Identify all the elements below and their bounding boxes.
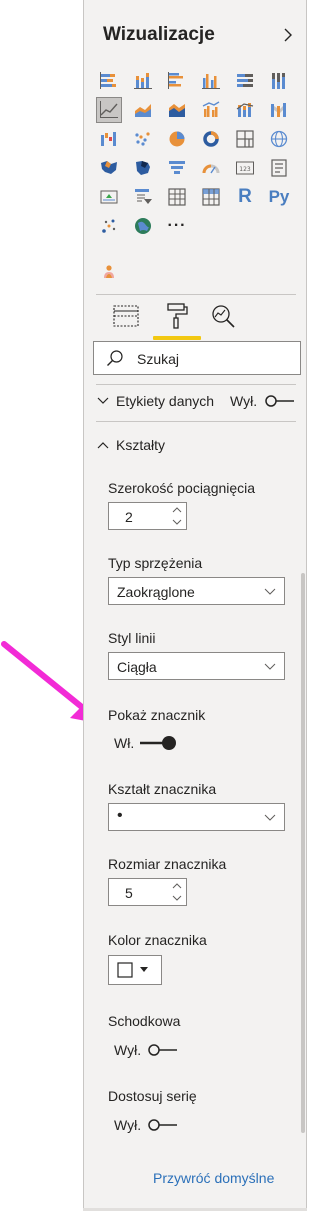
stepped-toggle[interactable] — [148, 1043, 178, 1057]
marker-size-stepper[interactable]: 5 — [108, 878, 187, 906]
data-labels-section-header[interactable]: Etykiety danych — [96, 393, 214, 409]
line-chart-icon[interactable] — [96, 97, 122, 123]
donut-chart-icon[interactable] — [198, 126, 224, 152]
chevron-down-icon — [264, 814, 276, 821]
waterfall-chart-icon[interactable] — [96, 126, 122, 152]
chevron-right-icon[interactable] — [280, 24, 296, 46]
chevron-up-icon — [97, 442, 109, 449]
marker-shape-dropdown[interactable]: • — [108, 803, 285, 831]
table-icon[interactable] — [164, 184, 190, 210]
customize-series-toggle[interactable] — [148, 1118, 178, 1132]
scrollbar[interactable] — [301, 573, 305, 1133]
area-chart-icon[interactable] — [130, 97, 156, 123]
more-visuals-label: ··· — [167, 217, 187, 234]
active-tab-indicator — [153, 336, 201, 340]
python-visual-icon[interactable]: Py — [266, 184, 292, 210]
line-style-value: Ciągła — [117, 659, 157, 675]
filled-map-icon[interactable] — [96, 155, 122, 181]
marker-shape-value: • — [117, 807, 123, 824]
shapes-label: Kształty — [116, 437, 166, 453]
svg-text:123: 123 — [239, 166, 251, 173]
search-placeholder: Szukaj — [137, 351, 180, 367]
fields-tab-icon[interactable] — [111, 301, 141, 331]
customize-series-toggle-label: Wył. — [114, 1117, 142, 1133]
marker-color-label: Kolor znacznika — [108, 932, 207, 948]
card-icon[interactable]: 123 — [232, 155, 258, 181]
custom-visual-icon[interactable] — [96, 259, 122, 285]
stroke-width-stepper[interactable]: 2 — [108, 502, 187, 530]
divider — [96, 294, 296, 295]
matrix-icon[interactable] — [198, 184, 224, 210]
treemap-icon[interactable] — [232, 126, 258, 152]
join-type-dropdown[interactable]: Zaokrąglone — [108, 577, 285, 605]
slicer-icon[interactable] — [130, 184, 156, 210]
data-labels-toggle-label: Wył. — [230, 393, 258, 409]
pie-chart-icon[interactable] — [164, 126, 190, 152]
100-stacked-column-chart-icon[interactable] — [266, 68, 292, 94]
stacked-column-chart-icon[interactable] — [130, 68, 156, 94]
scatter-chart-icon[interactable] — [130, 126, 156, 152]
line-stacked-column-chart-icon[interactable] — [232, 97, 258, 123]
line-style-dropdown[interactable]: Ciągła — [108, 652, 285, 680]
show-marker-toggle-label: Wł. — [114, 735, 135, 751]
pane-title: Wizualizacje — [103, 24, 215, 45]
divider — [96, 384, 296, 385]
key-influencers-icon[interactable] — [96, 213, 122, 239]
clustered-column-chart-icon[interactable] — [198, 68, 224, 94]
stepper-arrows-icon[interactable] — [168, 503, 186, 529]
chevron-down-icon — [97, 397, 109, 404]
search-input[interactable]: Szukaj — [93, 341, 301, 375]
marker-size-value: 5 — [125, 885, 133, 901]
data-labels-toggle[interactable] — [265, 394, 295, 408]
reset-to-default-link[interactable]: Przywróć domyślne — [153, 1170, 274, 1186]
join-type-value: Zaokrąglone — [117, 584, 195, 600]
ribbon-chart-icon[interactable] — [266, 97, 292, 123]
100-stacked-bar-chart-icon[interactable] — [232, 68, 258, 94]
chevron-down-icon — [264, 663, 276, 670]
stroke-width-value: 2 — [125, 509, 133, 525]
python-visual-label: Py — [268, 187, 290, 206]
marker-size-label: Rozmiar znacznika — [108, 856, 227, 872]
stepped-label: Schodkowa — [108, 1013, 181, 1029]
stroke-width-label: Szerokość pociągnięcia — [108, 480, 256, 496]
arcgis-map-icon[interactable] — [130, 213, 156, 239]
more-visuals-icon[interactable]: ··· — [164, 213, 190, 239]
visualizations-pane: Wizualizacje 123 R Py ··· Szukaj Etykiet… — [83, 0, 307, 1211]
search-icon — [107, 350, 123, 366]
r-visual-label: R — [238, 186, 252, 207]
multi-row-card-icon[interactable] — [266, 155, 292, 181]
color-swatch-icon — [117, 962, 148, 978]
shapes-section-header[interactable]: Kształty — [96, 437, 165, 453]
show-marker-label: Pokaż znacznik — [108, 707, 206, 723]
kpi-icon[interactable] — [96, 184, 122, 210]
customize-series-label: Dostosuj serię — [108, 1088, 197, 1104]
data-labels-label: Etykiety danych — [116, 393, 215, 409]
line-clustered-column-chart-icon[interactable] — [198, 97, 224, 123]
analytics-magnifier-icon[interactable] — [209, 301, 239, 331]
funnel-icon[interactable] — [164, 155, 190, 181]
r-visual-icon[interactable]: R — [232, 184, 258, 210]
clustered-bar-chart-icon[interactable] — [164, 68, 190, 94]
paint-roller-icon[interactable] — [162, 301, 192, 331]
stacked-bar-chart-icon[interactable] — [96, 68, 122, 94]
gauge-icon[interactable] — [198, 155, 224, 181]
marker-color-picker[interactable] — [108, 955, 162, 985]
show-marker-toggle[interactable] — [139, 735, 177, 751]
line-style-label: Styl linii — [108, 630, 156, 646]
marker-shape-label: Kształt znacznika — [108, 781, 217, 797]
stepped-toggle-label: Wył. — [114, 1042, 142, 1058]
join-type-label: Typ sprzężenia — [108, 555, 203, 571]
stacked-area-chart-icon[interactable] — [164, 97, 190, 123]
shape-map-icon[interactable] — [130, 155, 156, 181]
stepper-arrows-icon[interactable] — [168, 879, 186, 905]
divider — [96, 421, 296, 422]
map-icon[interactable] — [266, 126, 292, 152]
chevron-down-icon — [264, 588, 276, 595]
